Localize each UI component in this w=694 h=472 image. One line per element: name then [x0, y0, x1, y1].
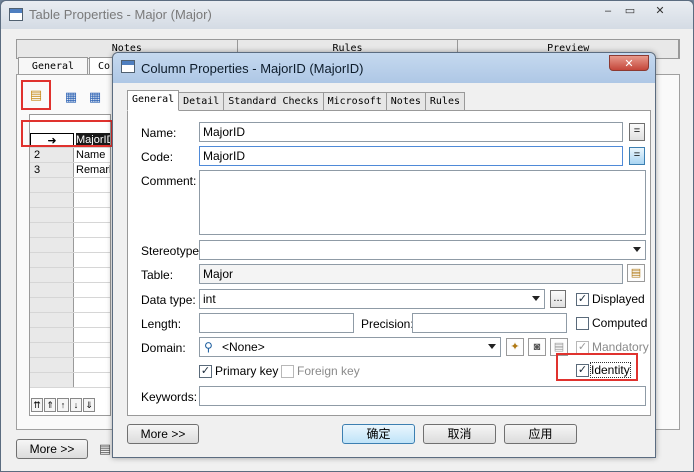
name-equals-button[interactable]: =	[629, 123, 645, 141]
domain-icon: ⚲	[204, 340, 213, 354]
column-properties-dialog: Column Properties - MajorID (MajorID) ✕ …	[112, 52, 656, 458]
code-label: Code:	[141, 150, 174, 164]
foreign-key-label: Foreign key	[297, 364, 360, 378]
back-title-bar: Table Properties - Major (Major) – ▭ ✕	[1, 1, 693, 29]
browse-domain-icon[interactable]: ◙	[528, 338, 546, 356]
dialog-title-bar: Column Properties - MajorID (MajorID) ✕	[113, 53, 655, 83]
apply-button[interactable]: 应用	[504, 424, 577, 444]
name-label: Name:	[141, 126, 177, 140]
tab-microsoft[interactable]: Microsoft	[322, 92, 387, 111]
ok-button[interactable]: 确定	[342, 424, 415, 444]
table-field: Major	[199, 264, 623, 284]
row-number: 2	[30, 148, 74, 162]
length-label: Length:	[141, 317, 182, 331]
row-name: Remark	[76, 164, 110, 176]
comment-label: Comment:	[141, 174, 197, 188]
tab-detail[interactable]: Detail	[178, 92, 225, 111]
columns-grid: ➜ MajorID 2 Name 3 Remark	[29, 114, 111, 416]
move-page-down-icon[interactable]: ⇓	[83, 398, 95, 412]
data-type-browse-button[interactable]: ...	[550, 290, 566, 308]
tab-general[interactable]: General	[18, 57, 88, 75]
mandatory-label: Mandatory	[592, 340, 649, 354]
keywords-label: Keywords:	[141, 390, 198, 404]
comment-textarea[interactable]	[199, 170, 646, 235]
code-equals-button[interactable]: =	[629, 147, 645, 165]
table-row[interactable]: 2 Name	[30, 148, 110, 163]
precision-label: Precision:	[361, 317, 414, 331]
add-row-icon[interactable]: ▦	[85, 88, 105, 106]
identity-checkbox[interactable]: ✓	[576, 364, 589, 377]
name-field[interactable]: MajorID	[199, 122, 623, 142]
dialog-close-button[interactable]: ✕	[609, 55, 649, 71]
displayed-label: Displayed	[592, 292, 645, 306]
column-icon	[121, 60, 135, 73]
computed-checkbox[interactable]	[576, 317, 589, 330]
tab-standard-checks[interactable]: Standard Checks	[223, 92, 324, 111]
back-close-button[interactable]: ✕	[649, 3, 671, 19]
dialog-tabs: General Detail Standard Checks Microsoft…	[127, 90, 465, 111]
chevron-down-icon	[532, 296, 540, 301]
precision-field[interactable]	[412, 313, 567, 333]
properties-tool-icon[interactable]: ▤	[21, 80, 51, 110]
insert-row-icon[interactable]: ▦	[61, 88, 81, 106]
move-page-up-icon[interactable]: ⇑	[44, 398, 56, 412]
move-top-icon[interactable]: ⇈	[31, 398, 43, 412]
table-properties-icon[interactable]: ▤	[627, 264, 645, 282]
data-type-select[interactable]: int	[199, 289, 545, 309]
primary-key-checkbox[interactable]: ✓	[199, 365, 212, 378]
row-highlight-box	[21, 120, 113, 147]
row-navigation: ⇈ ⇑ ↑ ↓ ⇓	[31, 398, 95, 412]
code-field[interactable]: MajorID	[199, 146, 623, 166]
chevron-down-icon	[633, 247, 641, 252]
row-number: 3	[30, 163, 74, 177]
table-row[interactable]: 3 Remark	[30, 163, 110, 178]
computed-label: Computed	[592, 316, 648, 330]
restore-button[interactable]: ▭	[619, 3, 641, 19]
foreign-key-checkbox	[281, 365, 294, 378]
move-up-icon[interactable]: ↑	[57, 398, 69, 412]
length-field[interactable]	[199, 313, 354, 333]
minimize-button[interactable]: –	[597, 3, 619, 19]
tab-rules[interactable]: Rules	[424, 92, 465, 111]
move-down-icon[interactable]: ↓	[70, 398, 82, 412]
displayed-checkbox[interactable]: ✓	[576, 293, 589, 306]
tab-general[interactable]: General	[127, 90, 180, 111]
chevron-down-icon	[488, 344, 496, 349]
general-panel: Name: MajorID = Code: MajorID = Comment:…	[127, 110, 651, 416]
new-domain-icon[interactable]: ✦	[506, 338, 524, 356]
domain-select[interactable]: ⚲ <None>	[199, 337, 501, 357]
back-more-button[interactable]: More >>	[16, 439, 88, 459]
stereotype-label: Stereotype:	[141, 244, 203, 258]
data-type-label: Data type:	[141, 293, 196, 307]
cancel-button[interactable]: 取消	[423, 424, 496, 444]
identity-label: Identity	[590, 362, 631, 378]
primary-key-label: Primary key	[215, 364, 279, 378]
back-window-title: Table Properties - Major (Major)	[29, 7, 212, 22]
table-icon	[9, 8, 23, 21]
more-button[interactable]: More >>	[127, 424, 199, 444]
dialog-title: Column Properties - MajorID (MajorID)	[141, 61, 364, 76]
table-label: Table:	[141, 268, 174, 282]
keywords-field[interactable]	[199, 386, 646, 406]
tab-notes[interactable]: Notes	[385, 92, 426, 111]
row-name: Name	[76, 149, 106, 161]
stereotype-select[interactable]	[199, 240, 646, 260]
domain-label: Domain:	[141, 341, 186, 355]
